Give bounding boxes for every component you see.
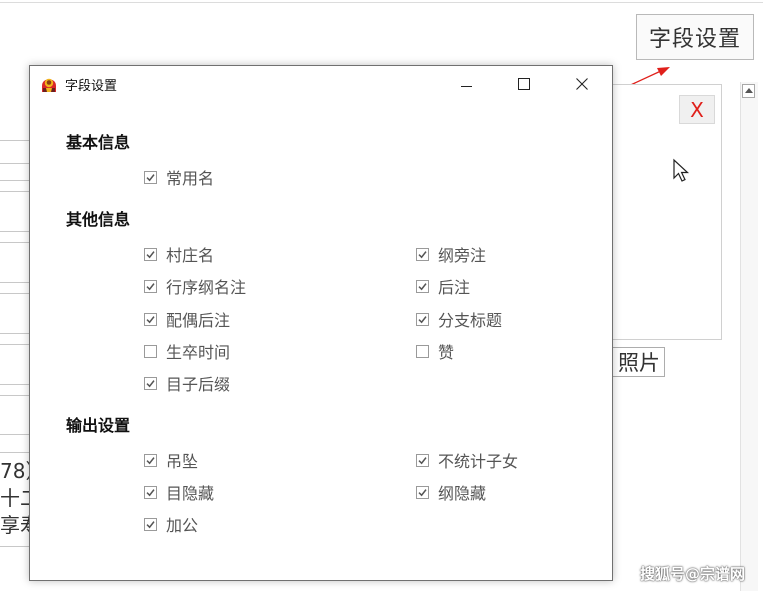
dialog-title: 字段设置 (65, 79, 118, 94)
photo-button[interactable]: 照片 (608, 347, 665, 377)
option-after-note[interactable]: 后注 (416, 275, 470, 297)
option-village-name[interactable]: 村庄名 (144, 243, 214, 265)
checkmark-icon (418, 282, 427, 290)
panel-close-button[interactable]: X (679, 95, 715, 124)
checkmark-icon (146, 379, 155, 387)
option-pendant[interactable]: 吊坠 (144, 449, 198, 471)
option-mu-zi-suffix[interactable]: 目子后缀 (144, 372, 230, 394)
option-birth-death-time[interactable]: 生卒时间 (144, 340, 230, 362)
option-label: 行序纲名注 (166, 278, 247, 297)
checkbox[interactable] (144, 485, 157, 499)
checkbox[interactable] (144, 170, 157, 184)
background-text-line: 十二 (0, 486, 30, 510)
field-settings-dialog: 字段设置 基本信息 常用名 其他信息 村庄名 纲旁注 行序纲名注 后注 配偶后注… (29, 65, 613, 581)
checkbox[interactable] (144, 247, 157, 261)
checkmark-icon (146, 488, 155, 496)
option-label: 目隐藏 (166, 484, 215, 503)
option-eulogy[interactable]: 赞 (416, 340, 454, 362)
option-order-gang-name-note[interactable]: 行序纲名注 (144, 275, 246, 297)
mouse-cursor-icon (673, 158, 690, 182)
background-text-line: 享寿 (0, 513, 30, 537)
checkbox[interactable] (416, 344, 429, 358)
checkmark-icon (146, 173, 155, 181)
section-heading-output: 输出设置 (66, 416, 131, 435)
checkmark-icon (418, 488, 427, 496)
option-label: 纲旁注 (438, 246, 487, 265)
checkbox[interactable] (416, 279, 429, 293)
option-label: 不统计子女 (438, 452, 519, 471)
option-label: 目子后缀 (166, 375, 231, 394)
checkbox[interactable] (144, 453, 157, 467)
maximize-icon (518, 78, 530, 90)
checkmark-icon (418, 456, 427, 464)
checkbox[interactable] (144, 344, 157, 358)
app-logo-icon (42, 78, 56, 92)
checkbox[interactable] (144, 312, 157, 326)
minimize-icon (460, 85, 472, 87)
checkbox[interactable] (144, 376, 157, 390)
checkbox[interactable] (416, 453, 429, 467)
minimize-button[interactable] (443, 66, 489, 102)
option-label: 吊坠 (166, 452, 199, 471)
checkbox[interactable] (416, 312, 429, 326)
dialog-titlebar[interactable]: 字段设置 (30, 66, 612, 102)
option-no-count-children[interactable]: 不统计子女 (416, 449, 518, 471)
option-label: 常用名 (166, 169, 215, 188)
checkmark-icon (146, 315, 155, 323)
option-branch-title[interactable]: 分支标题 (416, 308, 502, 330)
option-label: 分支标题 (438, 311, 503, 330)
option-spouse-after-note[interactable]: 配偶后注 (144, 308, 230, 330)
checkmark-icon (146, 456, 155, 464)
vertical-scrollbar[interactable] (740, 82, 758, 591)
close-icon: X (690, 97, 704, 122)
option-mu-hide[interactable]: 目隐藏 (144, 481, 214, 503)
checkmark-icon (146, 520, 155, 528)
checkbox[interactable] (416, 485, 429, 499)
checkmark-icon (418, 250, 427, 258)
option-label: 加公 (166, 516, 199, 535)
checkbox[interactable] (144, 517, 157, 531)
scroll-up-arrow-icon[interactable] (742, 84, 755, 98)
section-heading-other: 其他信息 (66, 210, 131, 229)
section-heading-basic: 基本信息 (66, 133, 131, 152)
checkmark-icon (418, 315, 427, 323)
close-button[interactable] (559, 66, 605, 102)
option-label: 赞 (438, 343, 455, 362)
option-add-gong[interactable]: 加公 (144, 513, 198, 535)
maximize-button[interactable] (501, 66, 547, 102)
close-icon (576, 78, 588, 90)
option-label: 纲隐藏 (438, 484, 487, 503)
option-label: 村庄名 (166, 246, 215, 265)
option-gang-side-note[interactable]: 纲旁注 (416, 243, 486, 265)
option-label: 后注 (438, 278, 471, 297)
watermark: 搜狐号@宗谱网 (640, 565, 746, 583)
option-label: 配偶后注 (166, 311, 231, 330)
option-label: 生卒时间 (166, 343, 231, 362)
checkbox[interactable] (144, 279, 157, 293)
background-text-line: 78） (0, 459, 30, 483)
option-gang-hide[interactable]: 纲隐藏 (416, 481, 486, 503)
checkmark-icon (146, 282, 155, 290)
checkmark-icon (146, 250, 155, 258)
option-common-name[interactable]: 常用名 (144, 166, 214, 188)
checkbox[interactable] (416, 247, 429, 261)
